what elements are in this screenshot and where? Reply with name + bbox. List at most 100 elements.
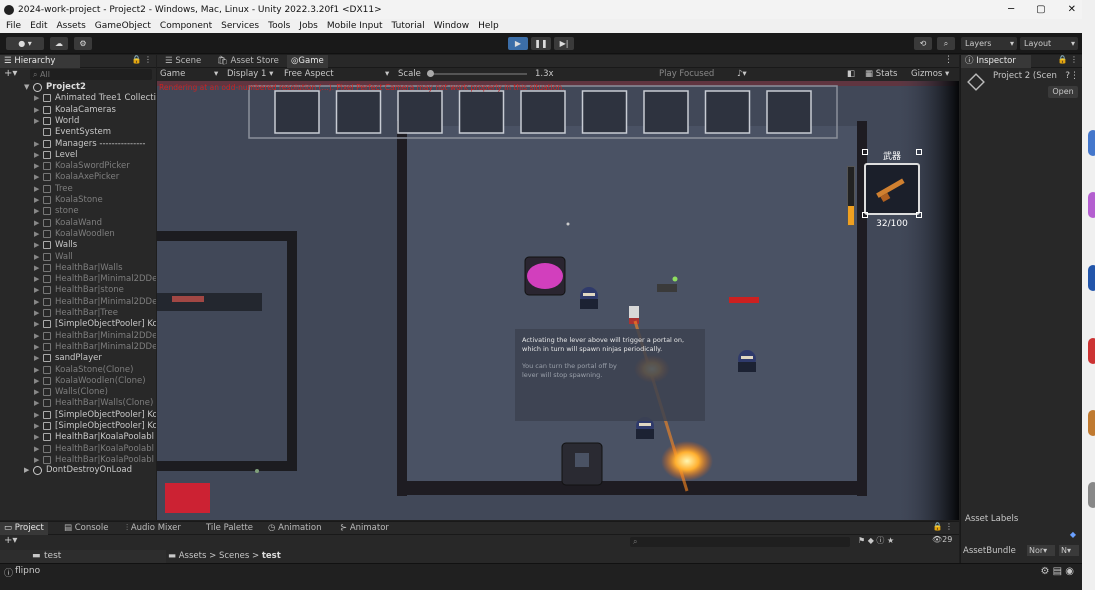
minimize-button[interactable]: ─ — [1008, 0, 1014, 19]
hierarchy-item[interactable]: ▶ HealthBar|stone — [0, 285, 156, 296]
menu-services[interactable]: Services — [221, 21, 259, 31]
hierarchy-item[interactable]: ▶ [SimpleObjectPooler] Ko — [0, 319, 156, 330]
hierarchy-item[interactable]: ▶ Managers --------------- — [0, 139, 156, 150]
expand-arrow-icon[interactable]: ▶ — [34, 93, 39, 104]
play-button[interactable]: ▶ — [508, 37, 528, 50]
game-viewport[interactable]: Rendering at an odd-numbered resolution … — [157, 81, 959, 520]
hierarchy-item[interactable]: ▶ HealthBar|Minimal2DDe — [0, 342, 156, 353]
tab-animator[interactable]: ⊱ Animator — [336, 522, 393, 535]
expand-arrow-icon[interactable]: ▶ — [34, 432, 39, 443]
expand-arrow-icon[interactable]: ▶ — [34, 218, 39, 229]
hierarchy-item[interactable]: ▶ KoalaCameras — [0, 105, 156, 116]
search-button[interactable]: ⌕ — [937, 37, 955, 50]
hierarchy-item[interactable]: ▶ HealthBar|Minimal2DDe — [0, 274, 156, 285]
hierarchy-item[interactable]: ▶ World — [0, 116, 156, 127]
menu-edit[interactable]: Edit — [30, 21, 47, 31]
expand-arrow-icon[interactable]: ▶ — [34, 184, 39, 195]
mute-audio-icon[interactable]: ♪▾ — [737, 69, 747, 79]
hierarchy-item[interactable]: ▶ KoalaWand — [0, 218, 156, 229]
expand-arrow-icon[interactable]: ▶ — [34, 365, 39, 376]
breadcrumb-test[interactable]: test — [262, 551, 281, 561]
expand-arrow-icon[interactable]: ▶ — [34, 342, 39, 353]
sound-icon[interactable]: ◧ — [847, 69, 855, 79]
hierarchy-root[interactable]: ▼ Project2 — [0, 82, 156, 93]
tab-scene[interactable]: ☰ Scene — [161, 55, 205, 68]
breadcrumb-assets[interactable]: Assets — [179, 551, 207, 561]
expand-arrow-icon[interactable]: ▶ — [34, 150, 39, 161]
stats-button[interactable]: ▦ Stats — [865, 69, 897, 79]
hierarchy-item[interactable]: ▶ [SimpleObjectPooler] Ko — [0, 421, 156, 432]
more-options-icon[interactable]: ⋮ — [1070, 71, 1079, 81]
tab-asset-store[interactable]: 🛍 Asset Store — [213, 55, 283, 68]
menu-component[interactable]: Component — [160, 21, 212, 31]
hierarchy-item[interactable]: ▶ Wall — [0, 252, 156, 263]
hierarchy-item[interactable]: ▶ KoalaAxePicker — [0, 172, 156, 183]
visibility-icon[interactable]: 👁29 — [932, 535, 952, 544]
lock-icon[interactable]: 🔒 ⋮ — [932, 522, 953, 531]
expand-arrow-icon[interactable]: ▶ — [34, 297, 39, 308]
expand-arrow-icon[interactable]: ▶ — [34, 398, 39, 409]
expand-arrow-icon[interactable]: ▶ — [24, 465, 29, 476]
hierarchy-item[interactable]: ▶ KoalaWoodlen — [0, 229, 156, 240]
expand-arrow-icon[interactable]: ▶ — [34, 252, 39, 263]
hierarchy-item[interactable]: ▶ Animated Tree1 Collecti — [0, 93, 156, 104]
expand-arrow-icon[interactable]: ▶ — [34, 116, 39, 127]
menu-gameobject[interactable]: GameObject — [95, 21, 151, 31]
hierarchy-item[interactable]: ▶ sandPlayer — [0, 353, 156, 364]
tab-audio-mixer[interactable]: ⫶ Audio Mixer — [122, 522, 185, 535]
hierarchy-item[interactable]: ▶ HealthBar|KoalaPoolabl — [0, 432, 156, 443]
hierarchy-item[interactable]: ▶ Walls(Clone) — [0, 387, 156, 398]
expand-arrow-icon[interactable]: ▶ — [34, 308, 39, 319]
hierarchy-item[interactable]: ▶ Walls — [0, 240, 156, 251]
expand-arrow-icon[interactable]: ▶ — [34, 195, 39, 206]
hierarchy-item[interactable]: ▶ stone — [0, 206, 156, 217]
expand-arrow-icon[interactable]: ▶ — [34, 353, 39, 364]
expand-arrow-icon[interactable]: ▶ — [34, 274, 39, 285]
hierarchy-item[interactable]: ▶ [SimpleObjectPooler] Ko — [0, 410, 156, 421]
hierarchy-item[interactable]: ▶ HealthBar|Minimal2DDe — [0, 297, 156, 308]
expand-arrow-icon[interactable]: ▶ — [34, 410, 39, 421]
expand-arrow-icon[interactable]: ▶ — [34, 444, 39, 455]
maximize-button[interactable]: ▢ — [1036, 0, 1045, 19]
hierarchy-item[interactable]: ▶ Tree — [0, 184, 156, 195]
folder-test[interactable]: test — [44, 551, 61, 561]
expand-arrow-icon[interactable]: ▶ — [34, 139, 39, 150]
hierarchy-item[interactable]: ▶ Level — [0, 150, 156, 161]
menu-help[interactable]: Help — [478, 21, 499, 31]
hierarchy-item[interactable]: ▶ HealthBar|Minimal2DDe — [0, 331, 156, 342]
expand-arrow-icon[interactable]: ▶ — [34, 229, 39, 240]
scale-slider[interactable] — [427, 70, 527, 77]
menu-mobile-input[interactable]: Mobile Input — [327, 21, 383, 31]
tag-icon[interactable]: ◆ — [1070, 530, 1076, 539]
create-button[interactable]: +▾ — [4, 535, 17, 546]
gizmos-button[interactable]: Gizmos ▾ — [911, 69, 949, 79]
hierarchy-search-input[interactable]: ⌕ All — [30, 69, 152, 80]
menu-jobs[interactable]: Jobs — [299, 21, 318, 31]
scale-slider-handle[interactable] — [427, 70, 434, 77]
layers-dropdown[interactable]: Layers ▾ — [961, 37, 1017, 50]
close-button[interactable]: ✕ — [1068, 0, 1076, 19]
expand-arrow-icon[interactable]: ▶ — [34, 161, 39, 172]
tab-hierarchy[interactable]: ☰ Hierarchy — [0, 55, 80, 68]
expand-arrow-icon[interactable]: ▶ — [34, 376, 39, 387]
asset-bundle-dropdown[interactable]: Nor▾ — [1027, 545, 1055, 556]
hierarchy-item[interactable]: ▶ KoalaStone — [0, 195, 156, 206]
tab-console[interactable]: ▤ Console — [60, 522, 112, 535]
tab-game[interactable]: ◎Game — [287, 55, 328, 68]
expand-arrow-icon[interactable]: ▼ — [24, 82, 29, 93]
tab-inspector[interactable]: ⓘ Inspector — [961, 55, 1031, 68]
layout-dropdown[interactable]: Layout ▾ — [1020, 37, 1078, 50]
tab-animation[interactable]: ◷ Animation — [264, 522, 325, 535]
expand-arrow-icon[interactable]: ▶ — [34, 240, 39, 251]
tab-project[interactable]: ▭ Project — [0, 522, 48, 535]
display-dropdown[interactable]: Display 1 ▾ — [227, 69, 273, 79]
add-button[interactable]: +▾ — [4, 68, 17, 79]
more-options-icon[interactable]: ⋮ — [944, 55, 953, 65]
expand-arrow-icon[interactable]: ▶ — [34, 285, 39, 296]
expand-arrow-icon[interactable]: ▶ — [34, 387, 39, 398]
asset-bundle-variant-dropdown[interactable]: N▾ — [1059, 545, 1079, 556]
menu-window[interactable]: Window — [434, 21, 470, 31]
expand-arrow-icon[interactable]: ▶ — [34, 206, 39, 217]
expand-arrow-icon[interactable]: ▶ — [34, 421, 39, 432]
project-search-input[interactable]: ⌕ — [630, 537, 850, 547]
